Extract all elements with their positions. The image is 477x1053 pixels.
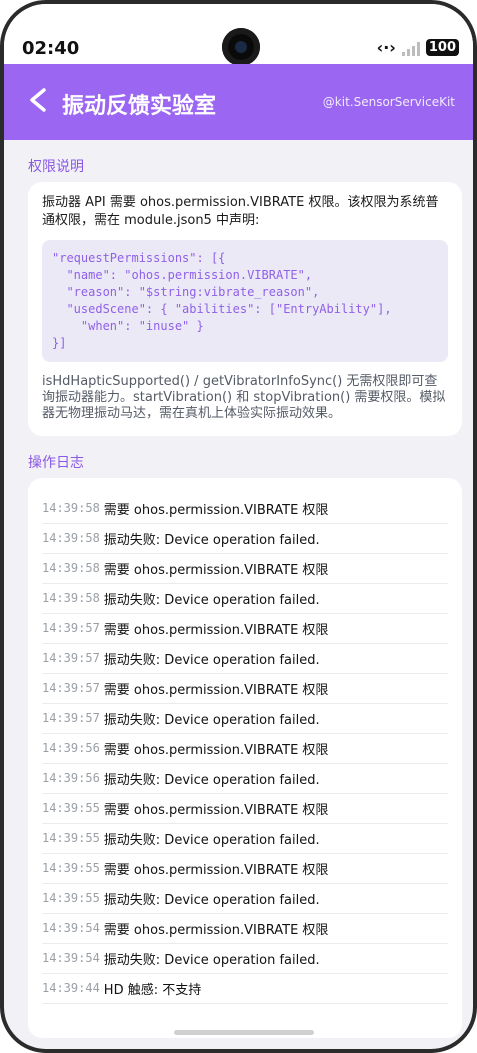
log-message: 振动失败: Device operation failed.: [103, 832, 320, 848]
battery-icon: 100: [425, 39, 459, 56]
log-message: 需要 ohos.permission.VIBRATE 权限: [103, 682, 329, 698]
app-bar: 振动反馈实验室 @kit.SensorServiceKit: [4, 64, 473, 140]
log-entry: 14:39:58 需要 ohos.permission.VIBRATE 权限: [42, 553, 448, 584]
log-entry: 14:39:55 需要 ohos.permission.VIBRATE 权限: [42, 853, 448, 884]
back-button[interactable]: [24, 80, 56, 120]
page-title: 振动反馈实验室: [62, 94, 217, 119]
log-message: 需要 ohos.permission.VIBRATE 权限: [103, 922, 329, 938]
code-line: "when": "inuse" }: [52, 319, 204, 333]
code-line: "reason": "$string:vibrate_reason",: [52, 285, 320, 299]
log-message: 振动失败: Device operation failed.: [103, 952, 320, 968]
status-bar: 02:40 ‹·› 100: [4, 4, 473, 66]
permissions-section-title: 权限说明: [28, 159, 84, 175]
link-icon: ‹·›: [376, 38, 396, 57]
code-line: }]: [52, 336, 67, 350]
permission-note: isHdHapticSupported() / getVibratorInfoS…: [42, 374, 446, 421]
log-entry: 14:39:55 振动失败: Device operation failed.: [42, 883, 448, 914]
signal-icon: [401, 40, 420, 56]
log-message: 需要 ohos.permission.VIBRATE 权限: [103, 502, 329, 518]
log-message: 振动失败: Device operation failed.: [103, 652, 320, 668]
log-time: 14:39:54: [42, 921, 100, 935]
log-entry: 14:39:44 HD 触感: 不支持: [42, 973, 448, 1004]
chevron-left-icon: [30, 88, 46, 112]
log-time: 14:39:58: [42, 591, 100, 605]
log-message: HD 触感: 不支持: [103, 982, 202, 998]
front-camera: [222, 28, 260, 66]
log-message: 振动失败: Device operation failed.: [103, 712, 320, 728]
log-entry: 14:39:58 振动失败: Device operation failed.: [42, 523, 448, 554]
phone-screen: 02:40 ‹·› 100 振动反馈实验室 @kit.SensorService…: [0, 0, 477, 1053]
log-entry: 14:39:57 需要 ohos.permission.VIBRATE 权限: [42, 613, 448, 644]
kit-label: @kit.SensorServiceKit: [322, 95, 455, 109]
log-message: 需要 ohos.permission.VIBRATE 权限: [103, 802, 329, 818]
log-time: 14:39:57: [42, 621, 100, 635]
log-message: 振动失败: Device operation failed.: [103, 592, 320, 608]
log-time: 14:39:58: [42, 501, 100, 515]
log-time: 14:39:58: [42, 531, 100, 545]
log-entry: 14:39:56 振动失败: Device operation failed.: [42, 763, 448, 794]
log-entry: 14:39:54 振动失败: Device operation failed.: [42, 943, 448, 974]
log-message: 振动失败: Device operation failed.: [103, 772, 320, 788]
log-section-title: 操作日志: [28, 455, 84, 471]
log-time: 14:39:55: [42, 891, 100, 905]
log-entry: 14:39:54 需要 ohos.permission.VIBRATE 权限: [42, 913, 448, 944]
log-time: 14:39:54: [42, 951, 100, 965]
status-time: 02:40: [22, 38, 80, 59]
log-message: 需要 ohos.permission.VIBRATE 权限: [103, 862, 329, 878]
status-icons: ‹·› 100: [377, 38, 459, 57]
log-time: 14:39:44: [42, 981, 100, 995]
log-entry: 14:39:56 需要 ohos.permission.VIBRATE 权限: [42, 733, 448, 764]
log-entry: 14:39:57 振动失败: Device operation failed.: [42, 643, 448, 674]
log-time: 14:39:56: [42, 741, 100, 755]
log-time: 14:39:57: [42, 651, 100, 665]
log-entry: 14:39:58 振动失败: Device operation failed.: [42, 583, 448, 614]
log-message: 需要 ohos.permission.VIBRATE 权限: [103, 562, 329, 578]
code-block: "requestPermissions": [{ "name": "ohos.p…: [42, 240, 448, 362]
log-time: 14:39:55: [42, 801, 100, 815]
code-line: "name": "ohos.permission.VIBRATE",: [52, 268, 313, 282]
log-time: 14:39:55: [42, 861, 100, 875]
code-line: "usedScene": { "abilities": ["EntryAbili…: [52, 302, 392, 316]
log-time: 14:39:58: [42, 561, 100, 575]
permission-description: 振动器 API 需要 ohos.permission.VIBRATE 权限。该权…: [42, 195, 439, 228]
log-time: 14:39:57: [42, 681, 100, 695]
home-indicator[interactable]: [174, 1030, 314, 1035]
log-entry: 14:39:57 振动失败: Device operation failed.: [42, 703, 448, 734]
log-entry: 14:39:55 需要 ohos.permission.VIBRATE 权限: [42, 793, 448, 824]
log-time: 14:39:55: [42, 831, 100, 845]
log-message: 振动失败: Device operation failed.: [103, 892, 320, 908]
log-entry: 14:39:57 需要 ohos.permission.VIBRATE 权限: [42, 673, 448, 704]
log-entry: 14:39:58 需要 ohos.permission.VIBRATE 权限: [42, 493, 448, 524]
permissions-card: 振动器 API 需要 ohos.permission.VIBRATE 权限。该权…: [28, 182, 462, 436]
log-time: 14:39:57: [42, 711, 100, 725]
log-card[interactable]: 14:39:58 需要 ohos.permission.VIBRATE 权限 1…: [28, 478, 462, 1038]
log-entry: 14:39:55 振动失败: Device operation failed.: [42, 823, 448, 854]
code-line: "requestPermissions": [{: [52, 251, 226, 265]
log-time: 14:39:56: [42, 771, 100, 785]
log-message: 振动失败: Device operation failed.: [103, 532, 320, 548]
log-message: 需要 ohos.permission.VIBRATE 权限: [103, 622, 329, 638]
log-message: 需要 ohos.permission.VIBRATE 权限: [103, 742, 329, 758]
